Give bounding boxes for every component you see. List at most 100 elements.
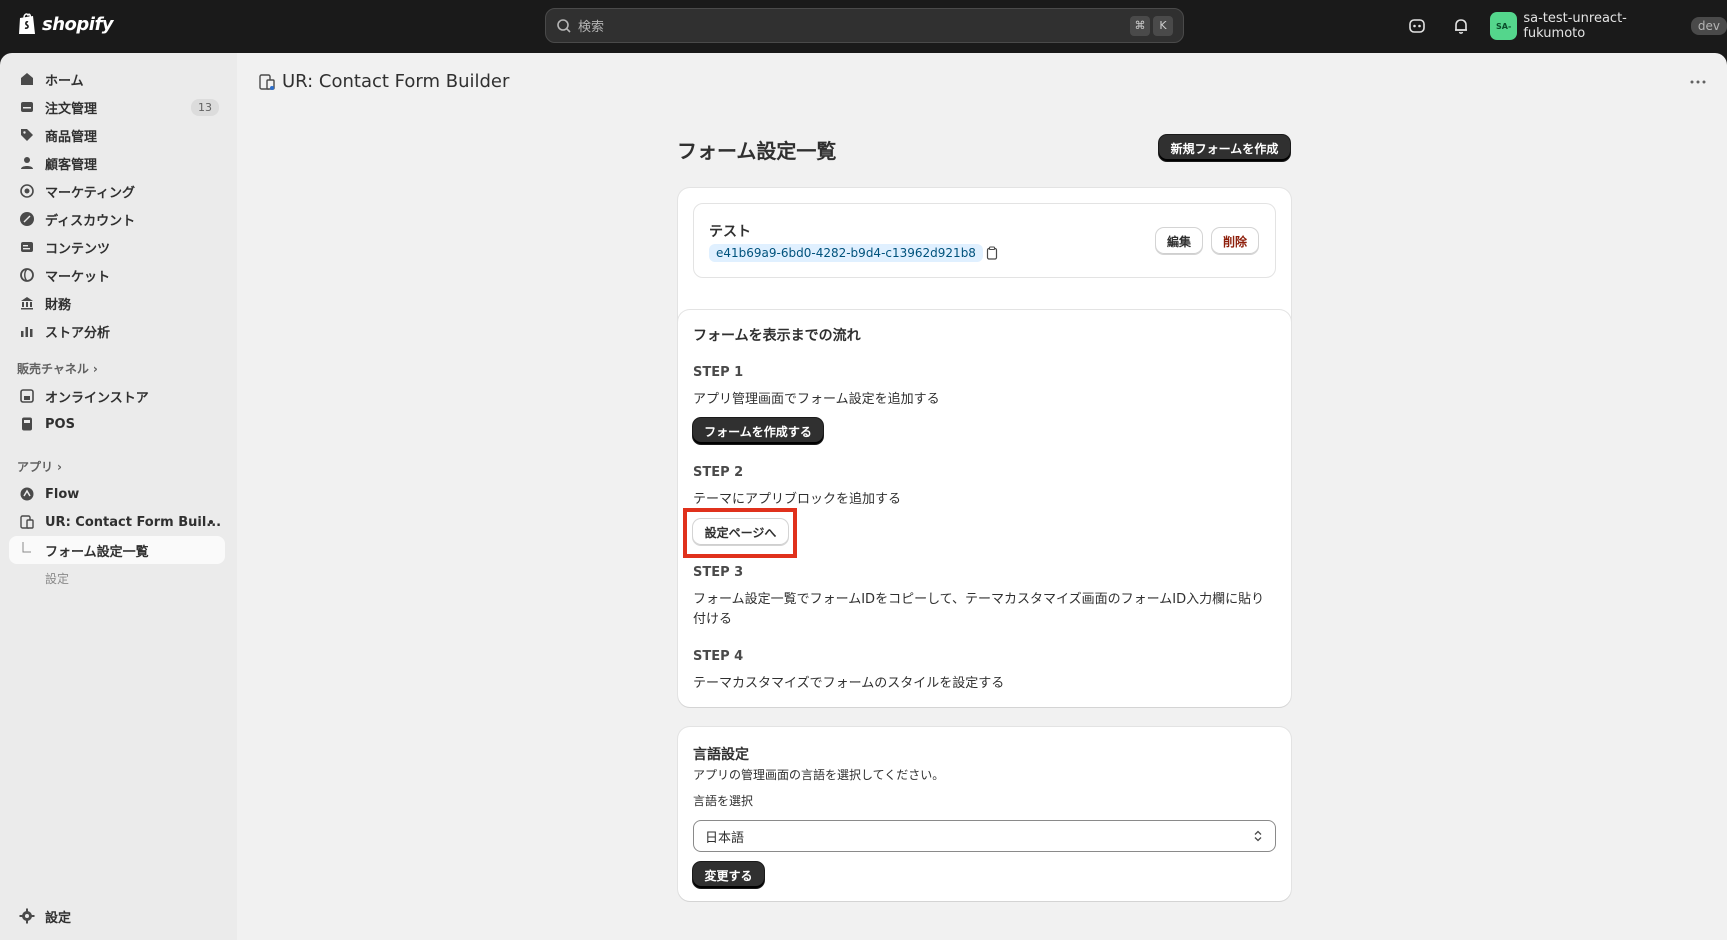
language-title: 言語設定 — [693, 747, 749, 763]
step-2-text: テーマにアプリブロックを追加する — [693, 492, 902, 507]
dev-badge: dev — [1690, 17, 1727, 35]
sidebar-item-label: ディスカウント — [45, 213, 136, 229]
sidebar-item-finance[interactable]: 財務 — [9, 289, 225, 317]
app-title: UR: Contact Form Builder — [282, 71, 510, 92]
step-4-title: STEP 4 — [693, 649, 744, 664]
tag-icon — [21, 129, 33, 141]
clipboard-icon[interactable] — [985, 246, 999, 260]
app-header: UR: Contact Form Builder — [237, 53, 1727, 110]
app-status-dot — [209, 520, 213, 524]
shortcut-key-k: K — [1153, 15, 1173, 36]
shopify-logo[interactable]: shopify — [17, 12, 114, 36]
sidebar-item-home[interactable]: ホーム — [9, 65, 225, 93]
bell-icon[interactable] — [1451, 16, 1471, 36]
sidebar-item-contact-form-builder[interactable]: UR: Contact Form Buil... — [9, 508, 225, 536]
sidebar-item-analytics[interactable]: ストア分析 — [9, 317, 225, 345]
sales-channels-label: 販売チャネル — [17, 362, 89, 376]
create-form-button[interactable]: フォームを作成する — [693, 418, 823, 444]
form-item: テスト e41b69a9-6bd0-4282-b9d4-c13962d921b8… — [693, 203, 1276, 278]
sidebar-subitem-label: 設定 — [45, 571, 70, 586]
language-description: アプリの管理画面の言語を選択してください。 — [693, 768, 945, 782]
sidebar-item-flow[interactable]: Flow — [9, 480, 225, 508]
store-icon — [20, 389, 34, 403]
avatar: SA- — [1490, 12, 1518, 40]
sidebar-item-pos[interactable]: POS — [9, 410, 225, 438]
sidebar-subitem-settings[interactable]: 設定 — [9, 564, 225, 592]
gear-icon — [19, 908, 35, 924]
search-bar[interactable]: 検索 ⌘ K — [545, 8, 1184, 43]
apps-header[interactable]: アプリ › — [17, 458, 62, 475]
app-icon — [20, 515, 34, 529]
settings-page-button[interactable]: 設定ページへ — [693, 519, 788, 545]
logo-text: shopify — [42, 13, 114, 35]
top-bar: shopify 検索 ⌘ K SA- sa-test-unreact-fukum… — [0, 0, 1727, 53]
content-icon — [21, 242, 33, 252]
sidebar-item-label: コンテンツ — [45, 241, 111, 257]
main-content: UR: Contact Form Builder フォーム設定一覧 新規フォーム… — [237, 53, 1727, 940]
person-icon — [21, 157, 33, 169]
tree-branch-icon — [22, 542, 31, 553]
sidebar-item-label: Flow — [45, 486, 80, 502]
bank-icon — [21, 297, 33, 310]
sidebar-item-orders[interactable]: 注文管理 13 — [9, 93, 225, 121]
apps-label: アプリ — [17, 460, 54, 474]
app-icon — [259, 73, 275, 90]
sidebar-item-label: 財務 — [45, 297, 72, 313]
store-name: sa-test-unreact-fukumoto — [1523, 11, 1627, 41]
sidebar-item-label: 設定 — [45, 910, 72, 926]
sidebar-item-label: POS — [45, 416, 75, 432]
orders-icon — [21, 102, 33, 112]
sidebar-item-label: ホーム — [45, 73, 84, 89]
new-form-button[interactable]: 新規フォームを作成 — [1159, 135, 1290, 161]
sidekick-icon[interactable] — [1407, 16, 1427, 36]
step-1-text: アプリ管理画面でフォーム設定を追加する — [693, 392, 940, 407]
flow-icon — [20, 487, 34, 501]
shortcut-key-cmd: ⌘ — [1130, 15, 1150, 36]
form-id-badge: e41b69a9-6bd0-4282-b9d4-c13962d921b8 — [709, 244, 983, 262]
sidebar-item-content[interactable]: コンテンツ — [9, 233, 225, 261]
change-language-button[interactable]: 変更する — [693, 862, 764, 888]
sidebar-item-label: マーケット — [45, 269, 111, 285]
language-card: 言語設定 アプリの管理画面の言語を選択してください。 言語を選択 日本語 変更す… — [678, 727, 1291, 901]
sidebar-item-online-store[interactable]: オンラインストア — [9, 382, 225, 410]
sidebar-subitem-form-list[interactable]: フォーム設定一覧 — [9, 536, 225, 564]
edit-button[interactable]: 編集 — [1156, 228, 1202, 254]
step-4-text: テーマカスタマイズでフォームのスタイルを設定する — [693, 676, 1005, 691]
sidebar-item-products[interactable]: 商品管理 — [9, 121, 225, 149]
search-icon — [557, 18, 571, 33]
step-3-text: フォーム設定一覧でフォームIDをコピーして、テーマカスタマイズ画面のフォームID… — [693, 592, 1265, 627]
step-2-title: STEP 2 — [693, 465, 744, 480]
flow-title: フォームを表示までの流れ — [693, 328, 861, 344]
more-horizontal-icon[interactable] — [1689, 73, 1707, 91]
sidebar-item-marketing[interactable]: マーケティング — [9, 177, 225, 205]
sidebar-item-settings[interactable]: 設定 — [9, 902, 225, 930]
sidebar-subitem-label: フォーム設定一覧 — [45, 544, 149, 560]
sidebar-item-discounts[interactable]: ディスカウント — [9, 205, 225, 233]
chevron-right-icon: › — [92, 361, 98, 376]
store-menu[interactable]: SA- sa-test-unreact-fukumoto dev — [1490, 11, 1727, 41]
chart-icon — [21, 327, 33, 337]
delete-button[interactable]: 削除 — [1212, 228, 1258, 254]
language-select[interactable]: 日本語 — [693, 820, 1276, 852]
select-chevron-icon — [1254, 830, 1262, 842]
page-title: フォーム設定一覧 — [677, 139, 837, 163]
step-1-title: STEP 1 — [693, 365, 744, 380]
sales-channels-header[interactable]: 販売チャネル › — [17, 360, 98, 377]
search-placeholder: 検索 — [578, 20, 605, 35]
chevron-right-icon: › — [57, 459, 62, 474]
sidebar-item-label: UR: Contact Form Buil... — [45, 514, 222, 530]
sidebar-item-label: マーケティング — [45, 185, 135, 201]
sidebar-item-customers[interactable]: 顧客管理 — [9, 149, 225, 177]
language-select-value: 日本語 — [705, 830, 745, 846]
home-icon — [21, 73, 33, 85]
sidebar-item-label: 注文管理 — [45, 101, 98, 117]
sidebar-item-label: オンラインストア — [45, 390, 149, 406]
form-name: テスト — [709, 224, 751, 240]
sidebar-item-label: ストア分析 — [45, 325, 111, 341]
sidebar-item-markets[interactable]: マーケット — [9, 261, 225, 289]
step-3-title: STEP 3 — [693, 565, 744, 580]
sidebar: ホーム 注文管理 13 商品管理 顧客管理 マーケティング ディスカウント コン… — [0, 53, 237, 940]
sidebar-item-label: 顧客管理 — [45, 157, 98, 173]
orders-count-badge: 13 — [191, 98, 219, 116]
shopify-bag-icon — [19, 13, 35, 34]
